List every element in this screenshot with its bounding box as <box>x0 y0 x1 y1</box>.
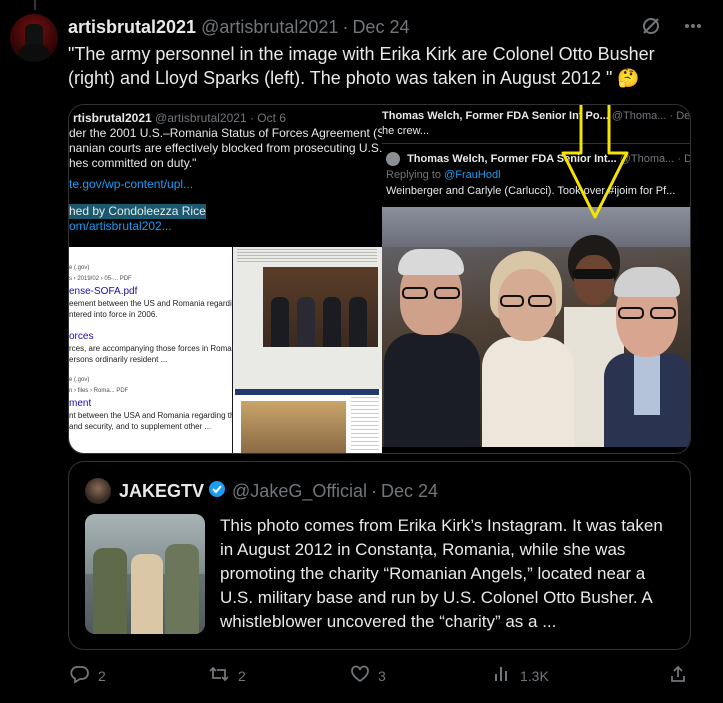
quoted-post-thumbnail <box>85 514 205 634</box>
views-count: 1.3K <box>520 667 549 684</box>
avatar-figure-body <box>18 44 50 62</box>
quoted-author-name: JAKEGTV <box>119 480 205 501</box>
author-name[interactable]: artisbrutal2021 <box>68 17 196 38</box>
embedded-date: · Dec 5, 20 <box>677 153 690 165</box>
quoted-post-date: Dec 24 <box>381 480 439 501</box>
header-separator: · <box>371 480 378 501</box>
photo-person <box>349 297 367 347</box>
thumbnail-person <box>131 554 163 634</box>
views-icon <box>492 664 512 687</box>
replying-prefix: Replying to <box>386 169 442 181</box>
quoted-post-text: This photo comes from Erika Kirk’s Insta… <box>220 516 663 631</box>
grok-icon[interactable] <box>641 16 661 41</box>
photo-background <box>382 207 690 247</box>
media-right-screenshot[interactable]: Thomas Welch, Former FDA Senior Int Po..… <box>382 105 691 453</box>
reply-button[interactable]: 2 <box>70 664 106 687</box>
document-text-lines <box>237 249 377 263</box>
document-header-bar <box>235 389 379 395</box>
search-result-meta: e (.gov) <box>69 377 90 383</box>
search-result-meta: s › 2019/02 › 05-... PDF <box>69 276 132 282</box>
like-icon <box>350 664 370 687</box>
repost-icon <box>208 664 230 687</box>
photo-person <box>271 297 289 347</box>
embedded-reply-text: Weinberger and Carlyle (Carlucci). Took … <box>386 185 676 197</box>
repost-count: 2 <box>238 667 246 684</box>
author-handle[interactable]: @artisbrutal2021 <box>201 17 338 38</box>
photo-person <box>384 247 480 447</box>
like-count: 3 <box>378 667 386 684</box>
search-result-text: rces, are accompanying those forces in R… <box>69 344 277 353</box>
search-result-meta: n › files › Roma... PDF <box>69 388 129 394</box>
post-top-icons <box>641 16 703 41</box>
embedded-tweet-top: Thomas Welch, Former FDA Senior Int Po..… <box>382 105 691 145</box>
embedded-author-name: Thomas Welch, Former FDA Senior Int... <box>407 153 617 165</box>
media-left-screenshot[interactable]: rtisbrutal2021 @artisbrutal2021 · Oct 6 … <box>69 105 382 453</box>
thumbnail-person <box>165 544 199 634</box>
search-result-text: ersons ordinarily resident ... <box>69 355 168 364</box>
embedded-tweet-screenshot: rtisbrutal2021 @artisbrutal2021 · Oct 6 … <box>69 105 382 247</box>
search-results-screenshot: e (.gov) s › 2019/02 › 05-... PDF ense-S… <box>69 247 280 453</box>
post-text: "The army personnel in the image with Er… <box>68 44 655 88</box>
search-result-title: ment <box>69 398 92 409</box>
embedded-text: he crew... <box>382 125 430 137</box>
search-result-text: nt between the USA and Romania regarding… <box>69 411 272 420</box>
share-button[interactable] <box>668 664 688 687</box>
embedded-reply: Thomas Welch, Former FDA Senior Int... @… <box>386 151 690 199</box>
verified-badge-icon <box>208 480 226 503</box>
quoted-author-avatar <box>85 478 111 504</box>
header-separator: · <box>342 16 349 37</box>
embedded-link: te.gov/wp-content/upl... <box>69 177 194 191</box>
post-header: artisbrutal2021 @artisbrutal2021 · Dec 2… <box>68 16 409 38</box>
photo-person <box>482 251 574 447</box>
repost-button[interactable]: 2 <box>208 664 246 687</box>
embedded-text-line: nanian courts are effectively blocked fr… <box>69 141 382 155</box>
search-result-text: and security, and to supplement other ..… <box>69 422 212 431</box>
embedded-text-line: hes committed on duty." <box>69 156 197 170</box>
embedded-tweet-header: rtisbrutal2021 @artisbrutal2021 · Oct 6 <box>69 111 382 126</box>
like-button[interactable]: 3 <box>350 664 386 687</box>
document-sidebar-lines <box>351 397 379 453</box>
signing-photo <box>263 267 378 347</box>
embedded-author-handle: @Thoma... <box>619 153 675 165</box>
group-photo <box>382 207 690 447</box>
embedded-author-name: rtisbrutal2021 <box>73 111 152 125</box>
views-button[interactable]: 1.3K <box>492 664 549 687</box>
embedded-avatar <box>386 152 400 167</box>
post-media[interactable]: rtisbrutal2021 @artisbrutal2021 · Oct 6 … <box>68 104 691 454</box>
quoted-post-header: JAKEGTV @JakeG_Official · Dec 24 <box>85 478 438 504</box>
embedded-text-line: der the 2001 U.S.–Romania Status of Forc… <box>69 126 382 140</box>
replying-handle: @FrauHodl <box>444 169 501 181</box>
embedded-date: · Dec 23 <box>669 110 691 122</box>
search-result-meta: e (.gov) <box>69 265 90 271</box>
divider <box>382 143 690 144</box>
reply-icon <box>70 664 90 687</box>
reply-count: 2 <box>98 667 106 684</box>
embedded-author-handle: @Thoma... <box>611 110 667 122</box>
photo-person <box>323 297 341 347</box>
thumbnail-person <box>93 548 127 634</box>
embedded-author-name: Thomas Welch, Former FDA Senior Int Po..… <box>382 110 609 122</box>
author-avatar[interactable] <box>10 14 58 62</box>
quoted-author-handle: @JakeG_Official <box>232 480 368 501</box>
avatar-figure-head <box>25 24 43 46</box>
document-screenshot <box>233 247 382 453</box>
share-icon <box>668 664 688 687</box>
ceremony-photo <box>241 401 346 453</box>
quoted-post[interactable]: JAKEGTV @JakeG_Official · Dec 24 This ph… <box>68 461 691 650</box>
search-result-title: ense-SOFA.pdf <box>69 286 138 297</box>
embedded-link: om/artisbrutal202... <box>69 219 172 233</box>
photo-person <box>297 297 315 347</box>
thread-line <box>34 0 36 10</box>
post-actions: 2 2 3 1.3K <box>68 664 691 690</box>
more-icon[interactable] <box>683 16 703 41</box>
embedded-highlight-text: hed by Condoleezza Rice <box>69 204 206 219</box>
document-page <box>233 247 382 389</box>
embedded-author-handle: @artisbrutal2021 · Oct 6 <box>155 111 286 125</box>
replying-to: Replying to @FrauHodl <box>386 167 686 183</box>
photo-person <box>604 267 690 447</box>
post-date[interactable]: Dec 24 <box>352 17 409 38</box>
search-result-text: eement between the US and Romania regard… <box>69 299 280 308</box>
search-result-title: orces <box>69 331 94 342</box>
search-result-text: ntered into force in 2006. <box>69 310 158 319</box>
